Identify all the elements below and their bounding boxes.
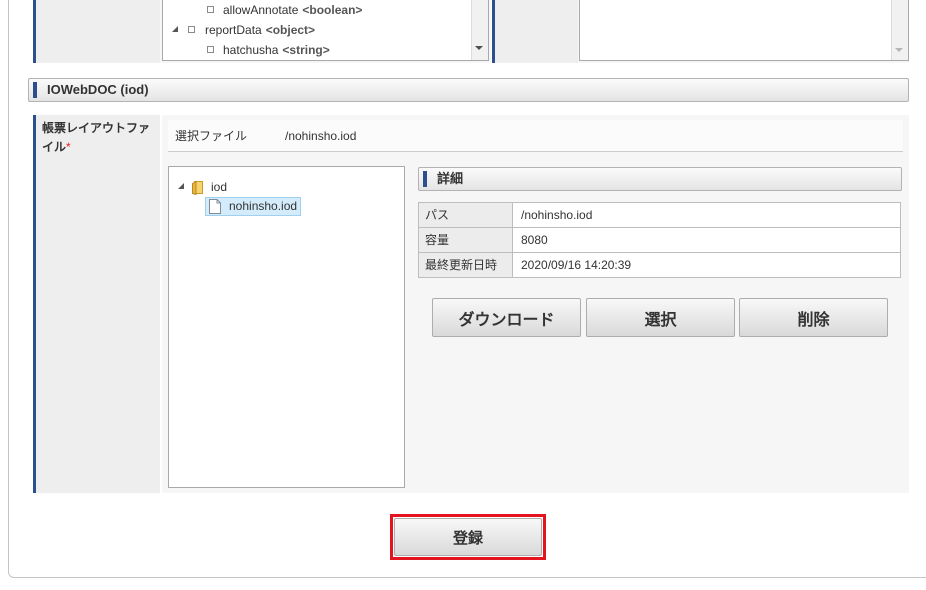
selected-file-value: /nohinsho.iod [285,128,357,143]
field-label-text: 帳票レイアウトファイル [42,121,151,154]
tree-item-type: <object> [265,23,316,37]
accent-bar [33,82,37,98]
section-header: IOWebDOC (iod) [28,78,909,102]
text-area[interactable] [579,0,909,61]
folder-icon [191,180,204,195]
details-table: パス /nohinsho.iod 容量 8080 最終更新日時 2020/09/… [418,202,901,278]
tree-file-selected[interactable]: nohinsho.iod [205,197,302,216]
detail-value-size: 8080 [513,228,900,252]
file-icon [209,199,221,214]
node-square-icon [188,26,195,33]
tree-item-reportdata[interactable]: reportData <object> [205,20,315,40]
table-row: パス /nohinsho.iod [419,203,900,228]
tree-folder-iod[interactable]: iod [191,178,227,196]
accent-bar [423,171,427,187]
table-row: 最終更新日時 2020/09/16 14:20:39 [419,253,900,278]
select-button[interactable]: 選択 [586,298,735,337]
selected-file-row: 選択ファイル /nohinsho.iod [168,120,903,152]
expanded-triangle-icon[interactable] [172,26,178,32]
field-label-cell [33,0,160,63]
tree-item-allowannotate[interactable]: allowAnnotate <boolean> [223,0,362,20]
tree-item-type: <string> [282,43,330,57]
folder-label: iod [211,180,228,194]
field-label-cell [33,115,160,493]
field-label: 帳票レイアウトファイル* [42,119,158,157]
register-button[interactable]: 登録 [394,518,542,556]
detail-value-path: /nohinsho.iod [513,203,900,227]
expanded-triangle-icon[interactable] [178,183,184,189]
download-button[interactable]: ダウンロード [432,298,581,337]
tree-scrollbar[interactable] [471,0,488,60]
node-square-icon [207,46,214,53]
tree-item-hatchusha[interactable]: hatchusha <string> [223,40,330,60]
tree-item-label: reportData [205,23,262,37]
selected-file-label: 選択ファイル [175,129,248,143]
delete-button[interactable]: 削除 [739,298,888,337]
detail-value-modified: 2020/09/16 14:20:39 [513,253,900,277]
details-header: 詳細 [418,167,902,191]
tree-item-label: allowAnnotate [223,3,299,17]
details-title: 詳細 [437,171,464,186]
tree-item-label: hatchusha [223,43,279,57]
section-title: IOWebDOC (iod) [47,82,149,97]
detail-key-modified: 最終更新日時 [419,253,513,277]
detail-key-path: パス [419,203,513,227]
detail-key-size: 容量 [419,228,513,252]
field-label-cell [492,0,578,63]
scroll-down-arrow-icon[interactable] [475,46,483,50]
node-square-icon [207,6,214,13]
file-label: nohinsho.iod [229,199,298,213]
required-mark: * [66,140,71,154]
scroll-down-arrow-icon[interactable] [895,48,903,52]
table-row: 容量 8080 [419,228,900,253]
tree-item-type: <boolean> [302,3,363,17]
